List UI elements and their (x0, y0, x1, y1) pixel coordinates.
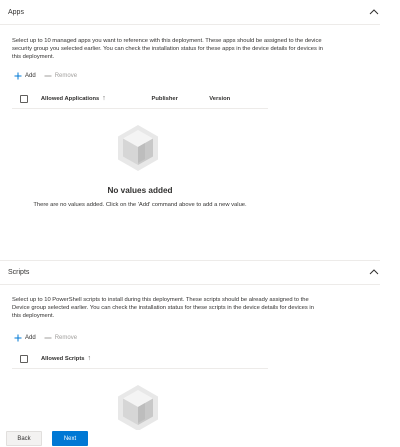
scripts-description: Select up to 10 PowerShell scripts to in… (12, 297, 314, 320)
back-button[interactable]: Back (6, 431, 42, 446)
apps-section-header[interactable]: Apps (0, 0, 400, 24)
apps-section-title: Apps (8, 8, 24, 16)
next-button[interactable]: Next (52, 431, 88, 446)
apps-empty-text: There are no values added. Click on the … (33, 202, 247, 208)
scripts-grid-header: Allowed Scripts ↑ (12, 349, 268, 369)
scripts-section-header[interactable]: Scripts (0, 260, 400, 284)
scripts-add-button[interactable]: Add (14, 334, 36, 342)
apps-add-label: Add (25, 73, 36, 79)
minus-icon (44, 72, 52, 80)
apps-description: Select up to 10 managed apps you want to… (12, 38, 323, 61)
chevron-up-icon[interactable] (364, 2, 384, 22)
plus-icon (14, 72, 22, 80)
scripts-remove-label: Remove (54, 335, 78, 341)
sort-ascending-icon: ↑ (87, 355, 92, 362)
column-header-publisher[interactable]: Publisher (152, 96, 210, 102)
apps-header-divider (0, 24, 380, 25)
scripts-section-title: Scripts (8, 268, 30, 276)
chevron-up-icon[interactable] (364, 262, 384, 282)
minus-icon (44, 334, 52, 342)
column-header-allowed-applications[interactable]: Allowed Applications ↑ (41, 95, 152, 102)
scripts-header-divider (0, 284, 380, 285)
column-header-allowed-scripts[interactable]: Allowed Scripts ↑ (41, 355, 154, 362)
deployment-page: Apps Select up to 10 managed apps you wa… (0, 0, 400, 447)
apps-empty-title: No values added (107, 186, 173, 195)
plus-icon (14, 334, 22, 342)
apps-command-bar: Add Remove (14, 69, 77, 83)
apps-grid-header: Allowed Applications ↑ Publisher Version (12, 89, 268, 109)
scripts-add-label: Add (25, 335, 36, 341)
column-header-version[interactable]: Version (209, 96, 268, 102)
scripts-select-all-checkbox[interactable] (20, 354, 28, 363)
hexagon-box-icon (117, 124, 159, 177)
apps-remove-button[interactable]: Remove (44, 72, 77, 80)
scripts-command-bar: Add Remove (14, 331, 77, 345)
wizard-footer: Back Next (0, 430, 400, 447)
apps-remove-label: Remove (54, 73, 78, 79)
apps-select-all-checkbox[interactable] (20, 94, 28, 103)
scripts-remove-button[interactable]: Remove (44, 334, 77, 342)
apps-add-button[interactable]: Add (14, 72, 36, 80)
sort-ascending-icon: ↑ (102, 95, 106, 102)
